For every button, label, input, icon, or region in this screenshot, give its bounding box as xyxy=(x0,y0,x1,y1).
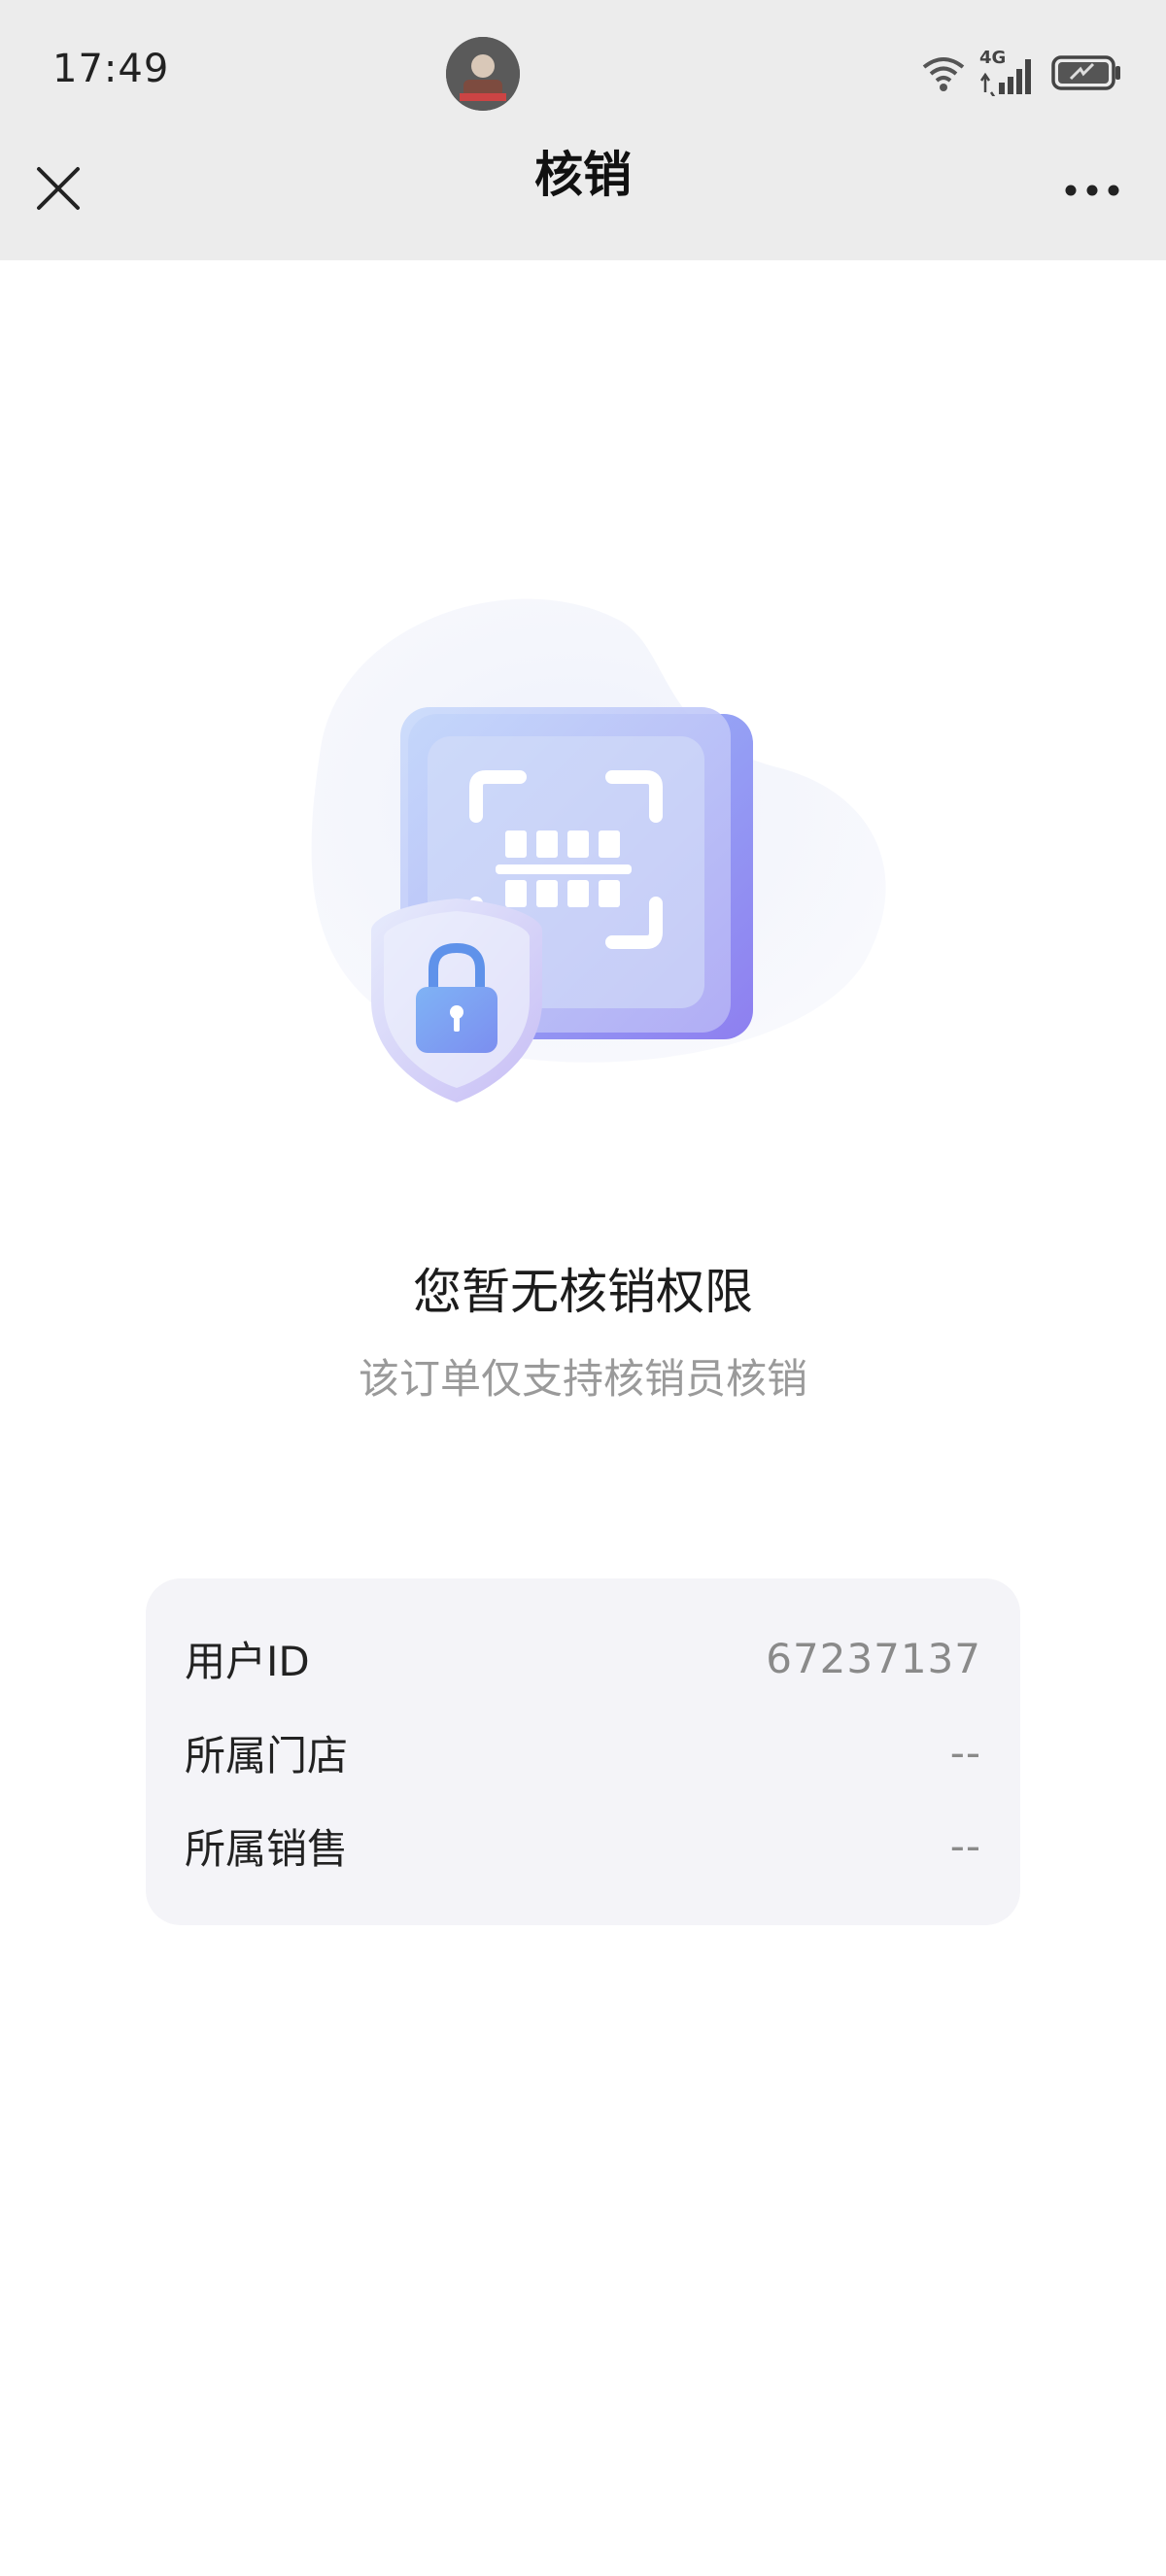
info-value: 67237137 xyxy=(766,1634,981,1682)
wifi-icon xyxy=(921,53,966,96)
info-value: -- xyxy=(949,1728,981,1777)
no-permission-illustration xyxy=(262,583,923,1127)
top-bar: 17:49 4G 核销 xyxy=(0,0,1166,260)
info-label: 所属门店 xyxy=(185,1731,349,1779)
info-row-user-id: 用户ID 67237137 xyxy=(185,1629,981,1687)
info-label: 所属销售 xyxy=(185,1824,349,1873)
more-icon xyxy=(1065,185,1119,196)
no-permission-subtitle: 该订单仅支持核销员核销 xyxy=(358,1355,807,1403)
more-button[interactable] xyxy=(1061,171,1123,210)
no-permission-title: 您暂无核销权限 xyxy=(413,1264,753,1320)
status-avatar xyxy=(446,37,520,111)
status-icons: 4G xyxy=(921,48,1121,99)
page-title: 核销 xyxy=(534,147,632,203)
info-card: 用户ID 67237137 所属门店 -- 所属销售 -- xyxy=(146,1578,1020,1925)
info-row-store: 所属门店 -- xyxy=(185,1723,981,1781)
info-label: 用户ID xyxy=(185,1637,310,1685)
battery-icon xyxy=(1051,54,1121,95)
info-value: -- xyxy=(949,1821,981,1870)
info-row-sales: 所属销售 -- xyxy=(185,1816,981,1875)
status-time: 17:49 xyxy=(52,47,170,91)
signal-icon: 4G xyxy=(977,48,1040,96)
